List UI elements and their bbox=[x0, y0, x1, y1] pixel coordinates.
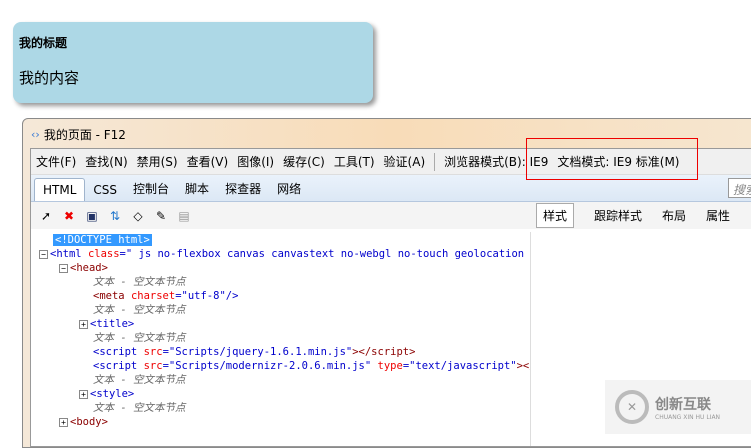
expand-icon[interactable]: + bbox=[79, 319, 88, 329]
tag: <title> bbox=[90, 318, 135, 330]
tree-node[interactable]: 文本 - 空文本节点 bbox=[31, 373, 530, 387]
tab-profiler[interactable]: 探查器 bbox=[217, 176, 269, 201]
tree-node[interactable]: − <html class=" js no-flexbox canvas canv… bbox=[31, 247, 530, 261]
tab-trace-styles[interactable]: 跟踪样式 bbox=[594, 207, 642, 224]
attr: src bbox=[143, 346, 163, 358]
tag: ></script> bbox=[352, 346, 416, 358]
tree-node[interactable]: + <body> bbox=[31, 415, 530, 429]
watermark-pinyin: CHUANG XIN HU LIAN bbox=[655, 413, 721, 421]
attr: type bbox=[377, 360, 403, 372]
tag: <head> bbox=[70, 262, 108, 274]
attr-value: ="Scripts/modernizr-2.0.6.min.js" bbox=[162, 360, 372, 372]
expand-icon[interactable]: + bbox=[59, 417, 68, 427]
tab-css[interactable]: CSS bbox=[85, 179, 125, 201]
dom-tree: <!DOCTYPE html> − <html class=" js no-fle… bbox=[31, 232, 531, 446]
tab-attributes[interactable]: 属性 bbox=[706, 207, 730, 224]
tag: <script bbox=[93, 360, 138, 372]
menu-find[interactable]: 查找(N) bbox=[85, 153, 127, 170]
tag: <html bbox=[50, 248, 82, 260]
tab-html[interactable]: HTML bbox=[34, 178, 86, 201]
watermark-logo-icon: ✕ bbox=[615, 390, 649, 424]
clear-icon[interactable]: ✖ bbox=[61, 208, 77, 224]
tree-node[interactable]: <script src="Scripts/modernizr-2.0.6.min… bbox=[31, 359, 530, 373]
window-title: 我的页面 - F12 bbox=[43, 127, 126, 142]
tag: ></scr bbox=[516, 360, 530, 372]
menu-file[interactable]: 文件(F) bbox=[36, 153, 76, 170]
attr-value: ="utf-8"/> bbox=[175, 290, 239, 302]
tab-style[interactable]: 样式 bbox=[536, 203, 575, 228]
source-icon[interactable]: ◇ bbox=[130, 208, 146, 224]
menu-tools[interactable]: 工具(T) bbox=[334, 153, 375, 170]
word-wrap-icon[interactable]: ▤ bbox=[176, 208, 192, 224]
menu-disable[interactable]: 禁用(S) bbox=[137, 153, 178, 170]
attr-value: ="text/javascript" bbox=[402, 360, 517, 372]
tab-layout[interactable]: 布局 bbox=[662, 207, 686, 224]
watermark: ✕ 创新互联 CHUANG XIN HU LIAN bbox=[605, 380, 751, 434]
tag: <style> bbox=[90, 388, 135, 400]
watermark-name: 创新互联 bbox=[655, 396, 711, 413]
tree-node[interactable]: 文本 - 空文本节点 bbox=[31, 303, 530, 317]
attr: class bbox=[87, 248, 120, 260]
attr: src bbox=[143, 360, 163, 372]
select-element-icon[interactable]: ➚ bbox=[38, 208, 54, 224]
tree-node[interactable]: <!DOCTYPE html> bbox=[31, 233, 530, 247]
save-icon[interactable]: ▣ bbox=[84, 208, 100, 224]
tab-console[interactable]: 控制台 bbox=[125, 176, 177, 201]
page-content-box: 我的标题 我的内容 bbox=[13, 22, 373, 103]
menu-validate[interactable]: 验证(A) bbox=[384, 153, 426, 170]
tree-node[interactable]: 文本 - 空文本节点 bbox=[31, 401, 530, 415]
tab-network[interactable]: 网络 bbox=[269, 176, 309, 201]
tree-node[interactable]: + <title> bbox=[31, 317, 530, 331]
attr: charset bbox=[130, 290, 176, 302]
tag: <script bbox=[93, 346, 138, 358]
collapse-icon[interactable]: − bbox=[59, 263, 68, 273]
tree-node[interactable]: <meta charset="utf-8"/> bbox=[31, 289, 530, 303]
menu-view[interactable]: 查看(V) bbox=[187, 153, 229, 170]
edit-icon[interactable]: ✎ bbox=[153, 208, 169, 224]
tree-node[interactable]: 文本 - 空文本节点 bbox=[31, 275, 530, 289]
tab-script[interactable]: 脚本 bbox=[177, 176, 217, 201]
doctype-node: <!DOCTYPE html> bbox=[53, 234, 152, 246]
refresh-icon[interactable]: ⇅ bbox=[107, 208, 123, 224]
page-heading: 我的标题 bbox=[19, 36, 68, 50]
tag: <meta bbox=[93, 290, 125, 302]
devtools-icon: ‹› bbox=[31, 127, 40, 141]
attr-value: ="Scripts/jquery-1.6.1.min.js" bbox=[162, 346, 353, 358]
attr-value: =" js no-flexbox canvas canvastext no-we… bbox=[119, 248, 531, 260]
expand-icon[interactable]: + bbox=[79, 389, 88, 399]
collapse-icon[interactable]: − bbox=[39, 249, 48, 259]
tree-node[interactable]: − <head> bbox=[31, 261, 530, 275]
search-input[interactable]: 搜索 bbox=[728, 178, 751, 198]
page-content: 我的内容 bbox=[19, 69, 80, 87]
tree-node[interactable]: + <style> bbox=[31, 387, 530, 401]
tree-node[interactable]: 文本 - 空文本节点 bbox=[31, 331, 530, 345]
menu-cache[interactable]: 缓存(C) bbox=[283, 153, 325, 170]
tree-node[interactable]: <script src="Scripts/jquery-1.6.1.min.js… bbox=[31, 345, 530, 359]
menu-separator bbox=[434, 152, 436, 171]
toolbar: ➚ ✖ ▣ ⇅ ◇ ✎ ▤ 样式 跟踪样式 布局 属性 bbox=[31, 202, 751, 229]
menu-images[interactable]: 图像(I) bbox=[237, 153, 274, 170]
highlight-box bbox=[526, 138, 698, 180]
tag: <body> bbox=[70, 416, 108, 428]
